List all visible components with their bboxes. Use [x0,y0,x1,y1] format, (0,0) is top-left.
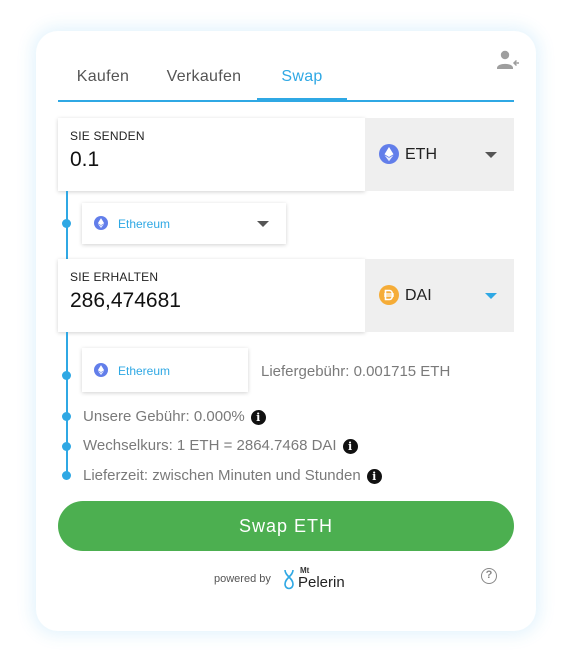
rate-info: Wechselkurs: 1 ETH = 2864.7468 DAI i [83,437,358,454]
tab-verkaufen[interactable]: Verkaufen [158,62,250,100]
flow-dot [62,471,71,480]
delivery-time-info: Lieferzeit: zwischen Minuten und Stunden… [83,467,382,484]
delivery-time-text: Lieferzeit: zwischen Minuten und Stunden [83,467,361,484]
ethereum-icon [94,216,108,230]
chevron-down-icon [257,221,269,227]
send-network-name: Ethereum [118,217,171,231]
receive-label: SIE ERHALTEN [70,270,159,284]
swap-button[interactable]: Swap ETH [58,501,514,551]
send-label: SIE SENDEN [70,129,145,143]
receive-amount-field: SIE ERHALTEN 286,474681 [58,259,365,332]
send-network-select[interactable]: Ethereum [82,203,286,244]
send-amount-field[interactable]: SIE SENDEN 0.1 [58,118,365,191]
send-token-select[interactable]: ETH [365,118,514,191]
pelerin-logo-icon [284,569,294,590]
receive-token-name: DAI [405,287,432,304]
receive-network-name: Ethereum [118,364,171,378]
flow-line [66,332,68,476]
receive-network-select[interactable]: Ethereum [82,348,248,392]
tab-bar: Kaufen Verkaufen Swap [58,62,514,102]
mt-pelerin-logo[interactable]: Mt Pelerin [282,566,346,592]
rate-text: Wechselkurs: 1 ETH = 2864.7468 DAI [83,437,337,454]
tab-swap[interactable]: Swap [257,62,347,102]
delivery-fee: Liefergebühr: 0.001715 ETH [261,363,451,380]
ethereum-icon [379,144,399,164]
tab-kaufen[interactable]: Kaufen [58,62,148,100]
flow-dot [62,371,71,380]
dai-icon [379,285,399,305]
flow-dot [62,442,71,451]
ethereum-icon [94,363,108,377]
flow-dot [62,412,71,421]
flow-dot [62,219,71,228]
send-token-name: ETH [405,146,437,163]
info-icon[interactable]: i [342,438,358,454]
receive-token-select[interactable]: DAI [365,259,514,332]
receive-amount-value: 286,474681 [70,289,181,312]
powered-by-label: powered by [214,573,271,585]
logo-pelerin: Pelerin [298,574,345,591]
chevron-down-icon [485,152,497,158]
info-icon[interactable]: i [250,409,266,425]
chevron-down-icon [485,293,497,299]
fee-info: Unsere Gebühr: 0.000% i [83,408,266,425]
fee-text: Unsere Gebühr: 0.000% [83,408,245,425]
info-icon[interactable]: i [366,468,382,484]
send-amount-input[interactable]: 0.1 [70,148,99,172]
help-icon[interactable]: ? [481,568,497,584]
